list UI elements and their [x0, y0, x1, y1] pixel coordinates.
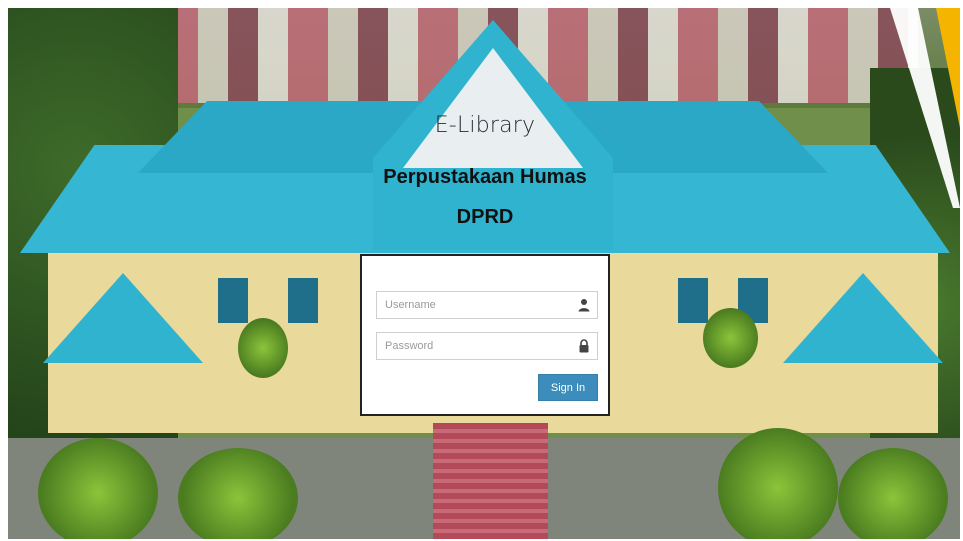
login-form: Sign In [360, 254, 610, 416]
palm-tree [718, 428, 838, 539]
app-subtitle: E-Library [434, 113, 536, 138]
palm-tree [838, 448, 948, 539]
app-title-line1: Perpustakaan Humas [383, 166, 587, 188]
user-icon [578, 299, 590, 312]
building-window [288, 278, 318, 323]
palm-tree [178, 448, 298, 539]
username-input[interactable] [377, 292, 565, 318]
username-field [376, 291, 598, 319]
palm-tree [38, 438, 158, 539]
app-title: Perpustakaan Humas DPRD [360, 157, 610, 237]
palm-tree [703, 308, 758, 368]
app-title-line2: DPRD [456, 206, 514, 228]
lock-icon [579, 339, 589, 353]
password-field [376, 332, 598, 360]
front-stairs [433, 423, 548, 539]
palm-tree [238, 318, 288, 378]
sign-in-button[interactable]: Sign In [538, 374, 598, 401]
password-input[interactable] [377, 333, 565, 359]
building-window [218, 278, 248, 323]
building-window [678, 278, 708, 323]
